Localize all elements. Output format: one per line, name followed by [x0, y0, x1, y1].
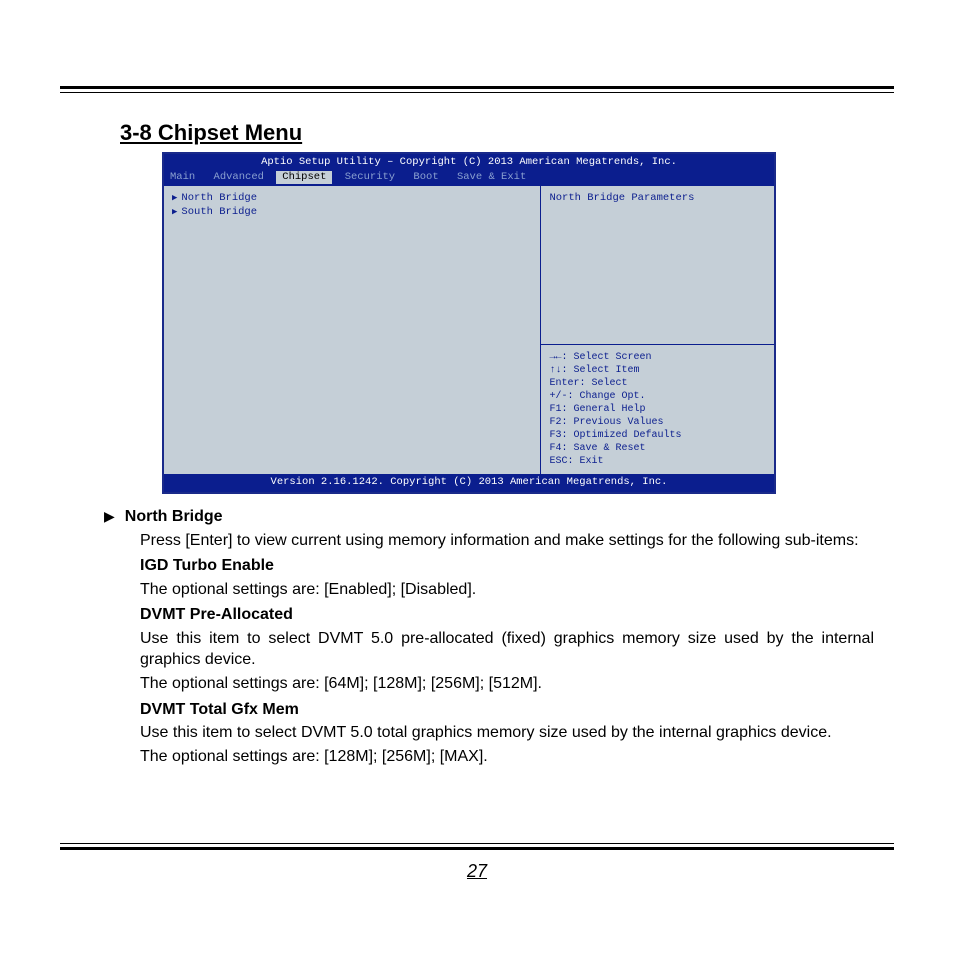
bullet-title: North Bridge: [125, 506, 223, 528]
body-dvmt-pre-1: Use this item to select DVMT 5.0 pre-all…: [140, 628, 874, 671]
bios-body: ▶ North Bridge ▶ South Bridge North Brid…: [164, 186, 774, 474]
bios-tab-save-exit[interactable]: Save & Exit: [451, 171, 532, 185]
top-divider: [60, 86, 894, 93]
menu-arrow-icon: ▶: [172, 207, 177, 219]
subhead-igd-turbo: IGD Turbo Enable: [140, 555, 874, 577]
bottom-divider: [60, 843, 894, 850]
page-number: 27: [0, 861, 954, 882]
bullet-row: ▶ North Bridge: [104, 506, 874, 528]
subhead-dvmt-pre: DVMT Pre-Allocated: [140, 604, 874, 626]
bios-menu-item-north-bridge[interactable]: ▶ North Bridge: [172, 192, 532, 206]
body-dvmt-total-1: Use this item to select DVMT 5.0 total g…: [140, 722, 874, 744]
manual-page: 3-8 Chipset Menu Aptio Setup Utility – C…: [0, 0, 954, 954]
section-title: 3-8 Chipset Menu: [120, 120, 874, 146]
bios-tab-boot[interactable]: Boot: [407, 171, 444, 185]
key-help-line: +/-: Change Opt.: [549, 390, 766, 403]
body-dvmt-pre-2: The optional settings are: [64M]; [128M]…: [140, 673, 874, 695]
bios-tab-row: Main Advanced Chipset Security Boot Save…: [164, 170, 774, 187]
bios-tab-advanced[interactable]: Advanced: [208, 171, 270, 185]
bios-menu-item-south-bridge[interactable]: ▶ South Bridge: [172, 206, 532, 220]
bios-tab-security[interactable]: Security: [339, 171, 401, 185]
content-area: 3-8 Chipset Menu Aptio Setup Utility – C…: [120, 120, 874, 767]
key-help-line: →←: Select Screen: [549, 351, 766, 364]
intro-paragraph: Press [Enter] to view current using memo…: [140, 530, 874, 552]
bios-tab-main[interactable]: Main: [164, 171, 201, 185]
key-help-line: F2: Previous Values: [549, 416, 766, 429]
bios-key-help: →←: Select Screen ↑↓: Select Item Enter:…: [541, 345, 774, 474]
bios-footer-bar: Version 2.16.1242. Copyright (C) 2013 Am…: [164, 474, 774, 492]
subhead-dvmt-total: DVMT Total Gfx Mem: [140, 699, 874, 721]
key-help-line: F4: Save & Reset: [549, 442, 766, 455]
menu-arrow-icon: ▶: [172, 193, 177, 205]
menu-label: South Bridge: [181, 206, 257, 220]
menu-label: North Bridge: [181, 192, 257, 206]
bios-help-title: North Bridge Parameters: [541, 186, 774, 345]
bios-menu-pane: ▶ North Bridge ▶ South Bridge: [164, 186, 541, 474]
body-igd-turbo: The optional settings are: [Enabled]; [D…: [140, 579, 874, 601]
bullet-icon: ▶: [104, 507, 115, 526]
key-help-line: Enter: Select: [549, 377, 766, 390]
key-help-line: ESC: Exit: [549, 455, 766, 468]
key-help-line: F3: Optimized Defaults: [549, 429, 766, 442]
bios-title-bar: Aptio Setup Utility – Copyright (C) 2013…: [164, 154, 774, 170]
key-help-line: ↑↓: Select Item: [549, 364, 766, 377]
bios-tab-chipset[interactable]: Chipset: [276, 171, 332, 185]
doc-body: ▶ North Bridge Press [Enter] to view cur…: [124, 506, 874, 768]
bios-screenshot: Aptio Setup Utility – Copyright (C) 2013…: [162, 152, 776, 494]
bios-help-pane: North Bridge Parameters →←: Select Scree…: [541, 186, 774, 474]
body-dvmt-total-2: The optional settings are: [128M]; [256M…: [140, 746, 874, 768]
key-help-line: F1: General Help: [549, 403, 766, 416]
